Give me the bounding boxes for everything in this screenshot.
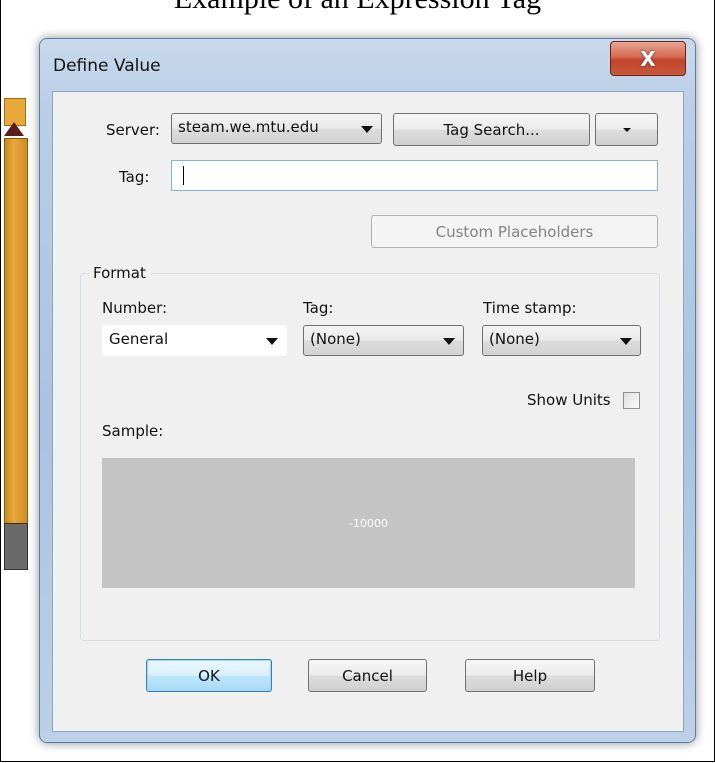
show-units-checkbox[interactable] xyxy=(623,392,640,409)
custom-placeholders-label: Custom Placeholders xyxy=(435,222,594,241)
number-format-dropdown[interactable]: General xyxy=(102,325,287,356)
tag-search-label: Tag Search... xyxy=(443,120,540,139)
dialog-title: Define Value xyxy=(53,56,161,76)
tag-format-value: (None) xyxy=(310,330,361,348)
server-label: Server: xyxy=(106,121,160,139)
format-legend: Format xyxy=(89,264,150,282)
tag-search-options-button[interactable] xyxy=(595,113,658,146)
number-label: Number: xyxy=(102,299,168,317)
background-shape xyxy=(4,122,24,136)
define-value-dialog: Define Value X Server: steam.we.mtu.edu … xyxy=(39,38,696,743)
background-shape xyxy=(4,138,28,525)
help-button[interactable]: Help xyxy=(465,659,595,692)
chevron-down-icon xyxy=(361,126,373,133)
sample-preview: -10000 xyxy=(102,458,635,588)
ok-label: OK xyxy=(198,666,220,685)
custom-placeholders-button[interactable]: Custom Placeholders xyxy=(371,215,658,248)
sample-label: Sample: xyxy=(102,422,164,440)
timestamp-format-value: (None) xyxy=(489,330,540,348)
show-units-label: Show Units xyxy=(527,391,611,409)
help-label: Help xyxy=(512,666,548,685)
background-application xyxy=(0,98,44,570)
cancel-button[interactable]: Cancel xyxy=(308,659,427,692)
chevron-down-icon xyxy=(443,338,455,345)
tag-input[interactable] xyxy=(171,160,658,191)
server-dropdown[interactable]: steam.we.mtu.edu xyxy=(171,113,382,144)
close-button[interactable]: X xyxy=(610,41,686,76)
timestamp-label: Time stamp: xyxy=(483,299,577,317)
tag-format-label: Tag: xyxy=(303,299,334,317)
text-caret xyxy=(183,166,184,185)
chevron-down-icon xyxy=(622,127,631,132)
chevron-down-icon xyxy=(620,338,632,345)
timestamp-format-dropdown[interactable]: (None) xyxy=(482,325,641,356)
tag-label: Tag: xyxy=(119,168,150,186)
close-icon: X xyxy=(640,46,656,71)
chevron-down-icon xyxy=(266,338,278,345)
dialog-body: Server: steam.we.mtu.edu Tag Search... T… xyxy=(52,91,684,732)
cancel-label: Cancel xyxy=(342,666,393,685)
sample-value: -10000 xyxy=(349,516,388,530)
number-format-value: General xyxy=(109,330,169,348)
server-value: steam.we.mtu.edu xyxy=(178,118,319,136)
background-shape xyxy=(4,523,28,570)
tag-search-button[interactable]: Tag Search... xyxy=(393,113,590,146)
tag-format-dropdown[interactable]: (None) xyxy=(303,325,464,356)
page-caption: Example of an Expression Tag xyxy=(0,0,715,16)
ok-button[interactable]: OK xyxy=(146,659,272,692)
